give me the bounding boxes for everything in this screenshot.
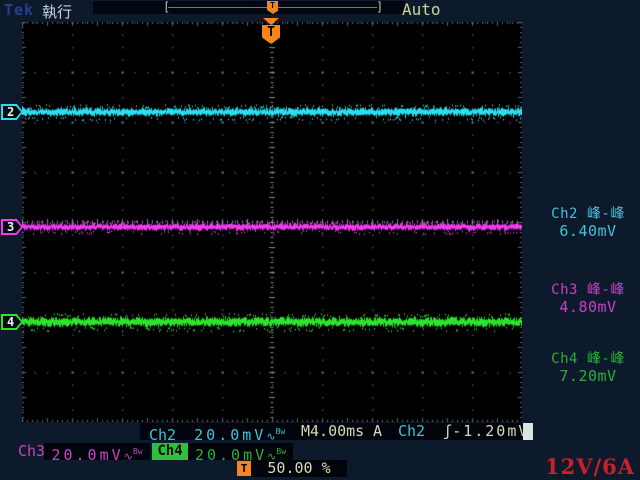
trigger-marker-letter: T — [262, 25, 280, 44]
ch4-scale-box: 20.0mV∿Bw — [188, 443, 293, 460]
measurement-ch3-pkpk: Ch3 峰-峰 4.80mV — [536, 282, 640, 316]
trigger-mode-label: Auto — [402, 0, 441, 19]
ch3-coupling-icon: ∿ — [124, 450, 133, 463]
measurement-ch3-value: 4.80mV — [536, 299, 640, 316]
ch2-coupling-icon: ∿ — [266, 430, 275, 443]
record-view-bar: [ ] T — [93, 1, 405, 14]
measurement-ch2-label: Ch2 峰-峰 — [536, 206, 640, 223]
ch2-scale-value: 20.0mV — [194, 426, 266, 444]
ch3-scale-value: 20.0mV — [51, 446, 123, 464]
trigger-source: Ch2 — [398, 422, 425, 440]
waveform-canvas — [22, 22, 522, 422]
acquire-readout: A — [373, 423, 382, 440]
ch3-bandwidth-icon: Bw — [133, 447, 143, 456]
channel-2-marker: 2 — [1, 104, 23, 120]
acquisition-run-status: 執行 — [42, 1, 72, 22]
measurement-ch4-label: Ch4 峰-峰 — [536, 351, 640, 368]
trigger-readout: Ch2 ʃ-1.20mV — [398, 423, 529, 440]
waveform-display: T — [22, 22, 522, 422]
ch4-bandwidth-icon: Bw — [276, 447, 286, 456]
trigger-level: -1.20mV — [452, 422, 529, 440]
ch2-bandwidth-icon: Bw — [276, 427, 286, 436]
ch4-selected-highlight: Ch4 — [152, 443, 188, 460]
ch3-scale-box: 20.0mV∿Bw — [44, 443, 150, 460]
trigger-flag-letter: T — [267, 1, 278, 10]
ch2-scale-channel: Ch2 — [149, 426, 176, 444]
ch3-scale-channel: Ch3 — [18, 443, 45, 460]
trigger-position-flag-icon: T — [266, 1, 279, 14]
horizontal-position-box: 50.00 % — [251, 460, 347, 477]
measurement-ch2-value: 6.40mV — [536, 223, 640, 240]
horizontal-trigger-icon: T — [237, 461, 251, 476]
channel-3-marker: 3 — [1, 219, 23, 235]
horizontal-position-value: 50.00 % — [251, 460, 347, 477]
measurement-ch4-pkpk: Ch4 峰-峰 7.20mV — [536, 351, 640, 385]
measurement-ch2-pkpk: Ch2 峰-峰 6.40mV — [536, 206, 640, 240]
timebase-readout: M4.00ms — [301, 423, 364, 440]
oscilloscope-screen: Tek 執行 [ ] T Auto T 2 3 4 Ch2 峰-峰 6.40mV — [0, 0, 640, 480]
measurement-ch4-value: 7.20mV — [536, 368, 640, 385]
record-window-right-bracket: ] — [376, 1, 383, 14]
readout-block-cursor — [523, 423, 533, 440]
trigger-position-marker: T — [262, 18, 280, 44]
measurement-ch3-label: Ch3 峰-峰 — [536, 282, 640, 299]
brand-logo: Tek — [4, 1, 34, 19]
trigger-slope-icon: ʃ — [443, 422, 452, 440]
channel-4-marker: 4 — [1, 314, 23, 330]
watermark-label: 12V/6A — [545, 454, 635, 479]
trigger-marker-arrow-icon — [263, 18, 279, 25]
trigger-flag-arrow-icon — [267, 10, 279, 14]
ch2-scale-readout: Ch2 20.0mV∿Bw — [149, 423, 285, 445]
